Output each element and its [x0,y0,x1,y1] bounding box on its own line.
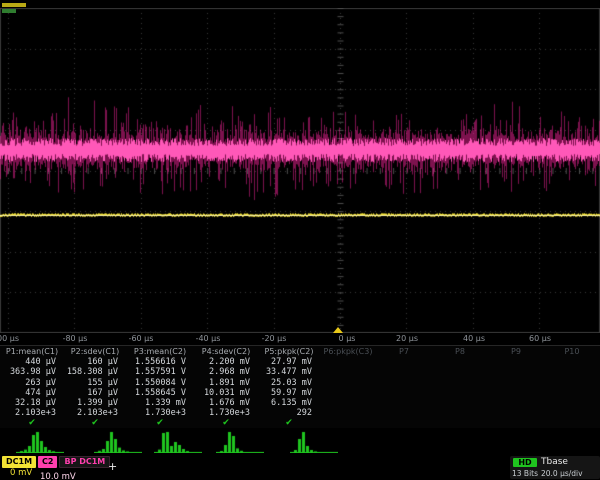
time-axis-label: 20 µs [396,334,418,343]
histicon-row [0,428,600,455]
measure-max-cell: 10.031 mV [194,388,258,398]
time-axis-label: 0 µs [339,334,356,343]
measure-sdev-cell: 32.18 µV [0,398,64,408]
measure-min-cell: 155 µV [64,378,126,388]
time-axis-label: 40 µs [463,334,485,343]
histicon-p1[interactable] [16,431,64,453]
hd-mode-badge: HD [513,458,537,467]
measure-status-ok-icon: ✔ [0,419,64,428]
measure-header-p9[interactable]: P9 [488,346,544,357]
measure-header-p7[interactable]: P7 [376,346,432,357]
measure-header-p3[interactable]: P3:mean(C2) [126,346,194,357]
bits-readout: 13 Bits [512,469,538,478]
measure-empty-cells [320,398,600,408]
measure-header-p6[interactable]: P6:pkpk(C3) [320,346,376,357]
measure-header-p1[interactable]: P1:mean(C1) [0,346,64,357]
measure-status-ok-icon: ✔ [258,419,320,428]
measure-header-p2[interactable]: P2:sdev(C1) [64,346,126,357]
measure-empty-cells [320,367,600,377]
time-axis-label: 00 µs [0,334,19,343]
measure-mean-cell: 33.477 mV [258,367,320,377]
time-axis: 00 µs -80 µs -60 µs -40 µs -20 µs 0 µs 2… [0,333,600,345]
annotation-marker-yellow [2,3,26,7]
measure-value-cell: 1.556616 V [126,357,194,367]
measure-min-cell: 263 µV [0,378,64,388]
measure-max-cell: 59.97 mV [258,388,320,398]
time-axis-label: -80 µs [63,334,88,343]
waveform-grid-canvas[interactable] [0,8,600,333]
measure-mean-cell: 158.308 µV [64,367,126,377]
trigger-time-marker[interactable] [333,327,343,333]
measure-mean-cell: 2.968 mV [194,367,258,377]
measure-empty-cells [320,408,600,418]
measure-mean-cell: 1.557591 V [126,367,194,377]
histicon-p3[interactable] [154,431,202,453]
annotation-marker [2,3,26,13]
measure-empty-cells [320,357,600,367]
timebase-panel[interactable]: HD Tbase 13 Bits 20.0 µs/div [510,456,600,479]
measurement-table: P1:mean(C1) P2:sdev(C1) P3:mean(C2) P4:s… [0,345,600,428]
measure-empty-cells [320,419,600,428]
channel-badges: DC1M C2 BP DC1M [2,456,110,468]
timebase-value: 20.0 µs/div [538,469,598,478]
measure-status-ok-icon: ✔ [64,419,126,428]
measure-status-ok-icon: ✔ [194,419,258,428]
oscilloscope-screen: 00 µs -80 µs -60 µs -40 µs -20 µs 0 µs 2… [0,0,600,480]
measure-sdev-cell: 6.135 mV [258,398,320,408]
measure-value-cell: 2.200 mV [194,357,258,367]
measure-value-cell: 27.97 mV [258,357,320,367]
measure-empty-cells [320,378,600,388]
measure-header-p5[interactable]: P5:pkpk(C2) [258,346,320,357]
measure-empty-cells [320,388,600,398]
c2-coupling-badge[interactable]: BP DC1M [59,456,110,468]
measure-sdev-cell: 1.339 mV [126,398,194,408]
measure-max-cell: 167 µV [64,388,126,398]
measure-max-cell: 474 µV [0,388,64,398]
measure-header-p10[interactable]: P10 [544,346,600,357]
annotation-marker-green [2,9,16,13]
histicon-p5[interactable] [290,431,338,453]
histicon-p2[interactable] [94,431,142,453]
time-axis-label: -40 µs [196,334,221,343]
measure-sdev-cell: 1.676 mV [194,398,258,408]
timebase-label: Tbase [538,457,598,467]
measure-sdev-cell: 1.399 µV [64,398,126,408]
c1-scale-readout: 0 mV [10,468,32,478]
measure-max-cell: 1.558645 V [126,388,194,398]
cursor-marker: + [108,460,117,473]
measure-value-cell: 440 µV [0,357,64,367]
measure-value-cell: 160 µV [64,357,126,367]
measure-header-p8[interactable]: P8 [432,346,488,357]
measure-header-p4[interactable]: P4:sdev(C2) [194,346,258,357]
measure-min-cell: 25.03 mV [258,378,320,388]
time-axis-label: 60 µs [529,334,551,343]
c2-channel-badge[interactable]: C2 [38,456,57,468]
time-axis-label: -20 µs [262,334,287,343]
bottom-bar: DC1M C2 BP DC1M + 0 mV 10.0 mV HD Tbase … [0,455,600,480]
measure-status-ok-icon: ✔ [126,419,194,428]
measure-min-cell: 1.891 mV [194,378,258,388]
measure-min-cell: 1.550084 V [126,378,194,388]
c2-scale-readout: 10.0 mV [40,472,76,480]
measure-mean-cell: 363.98 µV [0,367,64,377]
histicon-p4[interactable] [216,431,264,453]
c1-coupling-badge[interactable]: DC1M [2,456,36,468]
time-axis-label: -60 µs [129,334,154,343]
